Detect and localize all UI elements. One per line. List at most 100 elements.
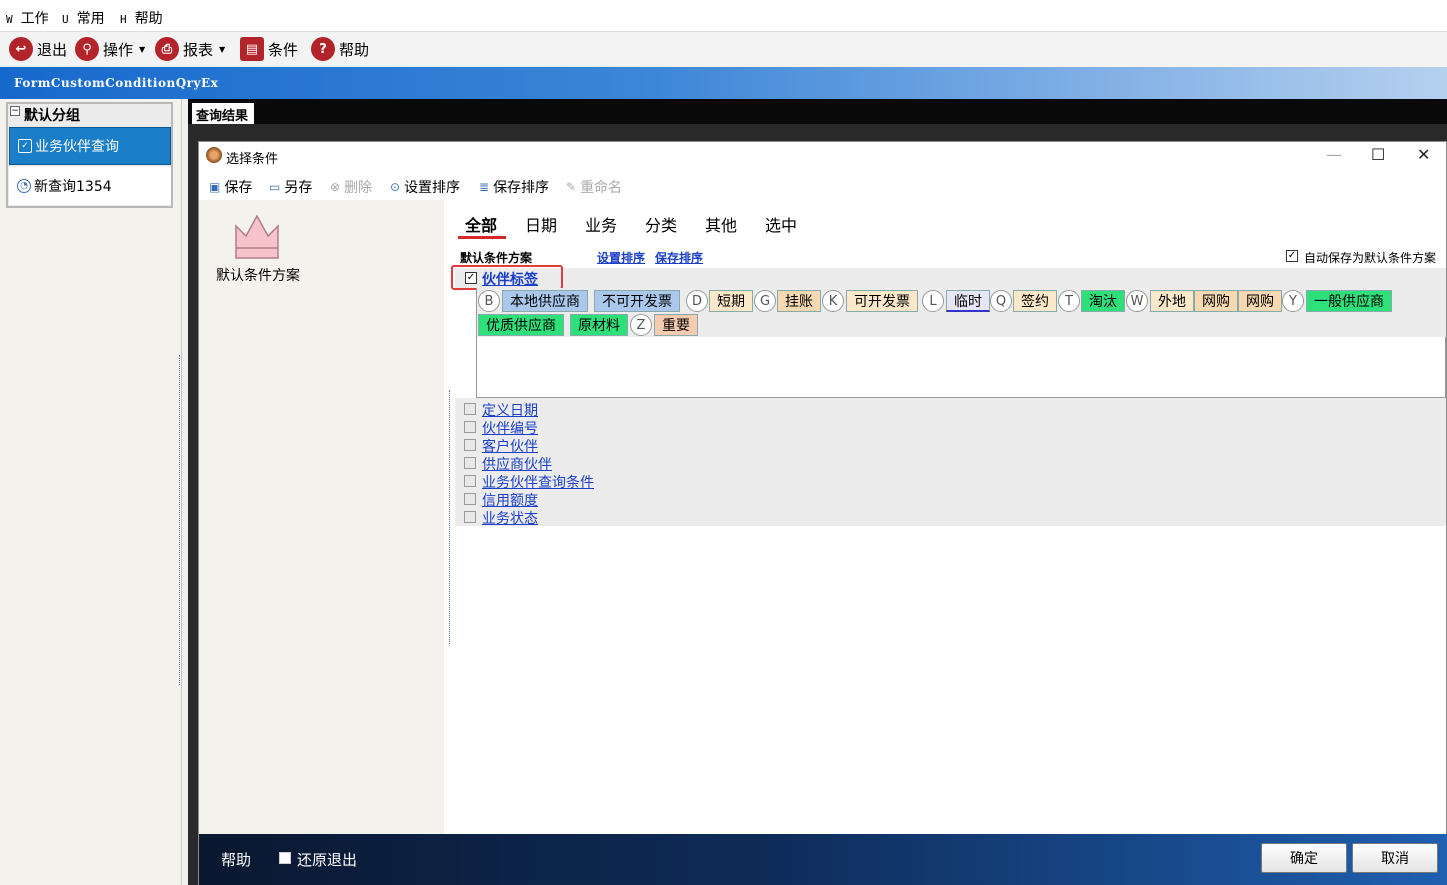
- rename-button[interactable]: ✎ 重命名: [566, 177, 622, 197]
- active-tab-indicator: [458, 236, 506, 239]
- tag-chip[interactable]: 临时: [946, 290, 990, 312]
- query-icon: ✓: [18, 139, 32, 153]
- panel-splitter[interactable]: [449, 390, 454, 644]
- help-button[interactable]: ? 帮助: [311, 36, 369, 62]
- app-logo-icon: [206, 147, 222, 163]
- condition-define-date[interactable]: 定义日期: [482, 400, 538, 420]
- condition-customer-partner[interactable]: 客户伙伴: [482, 436, 538, 456]
- menu-work[interactable]: W 工作: [6, 8, 49, 28]
- letter-y[interactable]: Y: [1282, 290, 1304, 312]
- search-icon: ⚲: [75, 37, 99, 61]
- exit-button[interactable]: ↩ 退出: [9, 36, 67, 62]
- operate-button[interactable]: ⚲ 操作 ▼: [75, 36, 145, 62]
- condition-partner-code[interactable]: 伙伴编号: [482, 418, 538, 438]
- group-title: 默认分组: [24, 108, 80, 124]
- save-sort-link[interactable]: 保存排序: [655, 249, 703, 266]
- restore-exit-checkbox[interactable]: [279, 852, 291, 864]
- tag-chip[interactable]: 挂账: [777, 290, 821, 312]
- save-sort-button[interactable]: ≣ 保存排序: [479, 177, 549, 197]
- delete-icon: ⊗: [330, 180, 341, 194]
- condition-checkbox[interactable]: [464, 421, 476, 433]
- tag-chip[interactable]: 重要: [654, 314, 698, 336]
- main-toolbar: ↩ 退出 ⚲ 操作 ▼ ⎙ 报表 ▼ ▤ 条件 ? 帮助: [0, 32, 1447, 67]
- tab-category[interactable]: 分类: [645, 212, 677, 236]
- condition-credit-limit[interactable]: 信用额度: [482, 490, 538, 510]
- exit-icon: ↩: [9, 37, 33, 61]
- tab-date[interactable]: 日期: [525, 212, 557, 236]
- tag-chip[interactable]: 可开发票: [846, 290, 918, 312]
- menu-common[interactable]: U 常用: [62, 8, 105, 28]
- crown-icon: [235, 214, 279, 259]
- maximize-icon[interactable]: ☐: [1371, 145, 1385, 164]
- query-item-new[interactable]: ◔ 新查询1354: [9, 167, 171, 205]
- tab-other[interactable]: 其他: [705, 212, 737, 236]
- footer-help-button[interactable]: 帮助: [221, 849, 251, 870]
- condition-checkbox[interactable]: [464, 475, 476, 487]
- condition-checkbox[interactable]: [464, 457, 476, 469]
- condition-partner-query[interactable]: 业务伙伴查询条件: [482, 472, 594, 492]
- tag-chip[interactable]: 签约: [1013, 290, 1057, 312]
- tag-chip[interactable]: 淘汰: [1081, 290, 1125, 312]
- tag-chip[interactable]: 原材料: [570, 314, 628, 336]
- results-tabbar: [188, 99, 1447, 124]
- form-title: FormCustomConditionQryEx: [14, 76, 219, 90]
- report-button[interactable]: ⎙ 报表 ▼: [155, 36, 225, 62]
- set-sort-button[interactable]: ⊙ 设置排序: [390, 177, 460, 197]
- tag-chip[interactable]: 一般供应商: [1306, 290, 1392, 312]
- tag-chip[interactable]: 网购: [1238, 290, 1282, 312]
- letter-b[interactable]: B: [478, 290, 500, 312]
- condition-button[interactable]: ▤ 条件: [240, 36, 298, 62]
- tab-business[interactable]: 业务: [585, 212, 617, 236]
- tag-chip[interactable]: 优质供应商: [478, 314, 564, 336]
- letter-d[interactable]: D: [686, 290, 708, 312]
- tab-query-results[interactable]: 查询结果: [192, 103, 254, 124]
- close-icon[interactable]: ✕: [1417, 145, 1430, 164]
- dropdown-caret-icon: ▼: [139, 44, 146, 54]
- dialog-toolbar: [199, 172, 1446, 200]
- sort-icon: ⊙: [390, 180, 401, 194]
- tag-chip[interactable]: 短期: [709, 290, 753, 312]
- ok-button[interactable]: 确定: [1261, 843, 1347, 873]
- tag-chip[interactable]: 本地供应商: [502, 290, 588, 312]
- tab-all[interactable]: 全部: [465, 212, 497, 236]
- tag-chip[interactable]: 外地: [1150, 290, 1194, 312]
- panel-splitter[interactable]: [179, 355, 184, 685]
- collapse-icon[interactable]: −: [10, 106, 20, 116]
- condition-supplier-partner[interactable]: 供应商伙伴: [482, 454, 552, 474]
- menu-help[interactable]: H 帮助: [120, 8, 163, 28]
- delete-button[interactable]: ⊗ 删除: [330, 177, 372, 197]
- condition-checkbox[interactable]: [464, 511, 476, 523]
- folder-icon: ▭: [269, 180, 281, 194]
- letter-g[interactable]: G: [754, 290, 776, 312]
- current-scheme-name: 默认条件方案: [460, 251, 533, 265]
- form-title-bar: FormCustomConditionQryEx: [0, 67, 1447, 99]
- save-button[interactable]: ▣ 保存: [209, 177, 252, 197]
- set-sort-link[interactable]: 设置排序: [597, 249, 645, 266]
- tag-chip[interactable]: 网购: [1194, 290, 1238, 312]
- save-as-button[interactable]: ▭ 另存: [269, 177, 312, 197]
- condition-checkbox[interactable]: [464, 403, 476, 415]
- save-icon: ▣: [209, 180, 221, 194]
- query-item-partner[interactable]: ✓ 业务伙伴查询: [9, 127, 171, 165]
- query-icon: ◔: [17, 179, 31, 193]
- minimize-icon[interactable]: —: [1326, 145, 1342, 164]
- cancel-button[interactable]: 取消: [1352, 843, 1438, 873]
- letter-q[interactable]: Q: [990, 290, 1012, 312]
- letter-w[interactable]: W: [1126, 290, 1148, 312]
- menu-bar: W 工作 U 常用 H 帮助: [0, 0, 1447, 32]
- database-icon: ≣: [479, 180, 490, 194]
- autosave-checkbox[interactable]: ✓: [1286, 250, 1298, 262]
- tag-chip[interactable]: 不可开发票: [594, 290, 680, 312]
- letter-k[interactable]: K: [822, 290, 844, 312]
- condition-business-status[interactable]: 业务状态: [482, 508, 538, 528]
- letter-t[interactable]: T: [1058, 290, 1080, 312]
- letter-l[interactable]: L: [922, 290, 944, 312]
- condition-checkbox[interactable]: [464, 493, 476, 505]
- highlight-box: [451, 265, 563, 290]
- condition-checkbox[interactable]: [464, 439, 476, 451]
- help-icon: ?: [311, 37, 335, 61]
- tab-selected[interactable]: 选中: [765, 212, 797, 236]
- scheme-list: [199, 200, 444, 834]
- letter-z[interactable]: Z: [630, 314, 652, 336]
- scheme-default[interactable]: 默认条件方案: [212, 266, 304, 286]
